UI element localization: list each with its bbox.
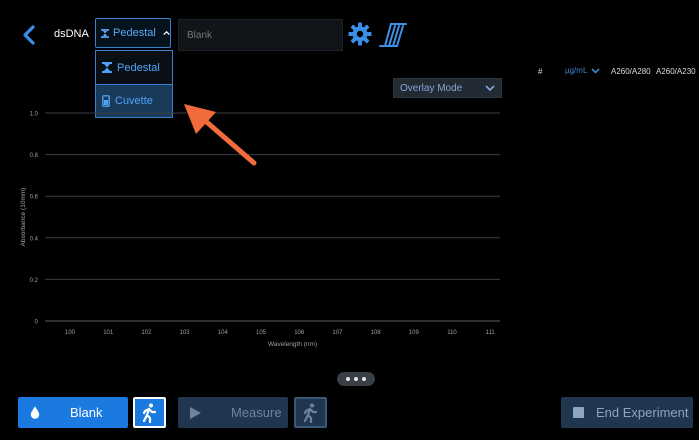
blank-button[interactable]: Blank (18, 397, 128, 428)
x-tick-label: 107 (332, 330, 343, 336)
overlay-mode-select[interactable]: Overlay Mode (393, 78, 502, 98)
auto-measure-button[interactable] (294, 397, 327, 428)
x-axis-label: Wavelength (nm) (268, 341, 317, 348)
page-indicator[interactable] (337, 372, 375, 386)
page-dot (362, 377, 366, 381)
x-tick-label: 104 (218, 330, 229, 336)
gear-icon[interactable] (348, 22, 372, 46)
running-person-icon (142, 403, 156, 423)
chevron-down-icon (591, 67, 600, 74)
x-tick-label: 102 (141, 330, 152, 336)
absorbance-chart: 0 0.2 0.4 0.6 0.8 1.0 100 101 102 103 104 105 106 107… (20, 112, 500, 348)
y-axis-label: Absorbance (10mm) (20, 188, 27, 247)
pedestal-icon (101, 28, 109, 38)
y-tick-label: 0.6 (30, 195, 39, 201)
y-tick-label: 0.2 (30, 278, 39, 284)
brand-logo-icon (379, 23, 407, 47)
end-experiment-button-label: End Experiment (596, 405, 689, 420)
unit-select[interactable]: µg/mL (565, 66, 600, 75)
x-tick-label: 109 (409, 330, 420, 336)
mode-option-label: Pedestal (117, 61, 160, 74)
mode-select-value: Pedestal (113, 27, 156, 39)
running-person-icon (303, 403, 317, 423)
play-icon (190, 406, 201, 419)
end-experiment-button[interactable]: End Experiment (561, 397, 693, 428)
chevron-up-icon (163, 30, 170, 36)
unit-select-value: µg/mL (565, 66, 588, 75)
x-tick-label: 106 (294, 330, 305, 336)
y-tick-label: 0 (35, 320, 39, 326)
x-tick-label: 103 (180, 330, 191, 336)
column-header-a260-a230: A260/A230 (656, 67, 696, 76)
measure-button[interactable]: Measure (178, 397, 288, 428)
column-header-a260-a280: A260/A280 (611, 67, 651, 76)
measure-button-label: Measure (231, 405, 282, 420)
x-tick-label: 111 (486, 330, 496, 336)
application-title: dsDNA (54, 28, 89, 40)
blank-button-label: Blank (70, 405, 103, 420)
y-tick-label: 0.8 (30, 153, 39, 159)
measurement-mode-select[interactable]: Pedestal (95, 18, 171, 48)
mode-option-pedestal[interactable]: Pedestal (96, 51, 172, 84)
y-tick-label: 0.4 (30, 236, 39, 242)
auto-blank-button[interactable] (133, 397, 166, 428)
x-tick-label: 108 (371, 330, 382, 336)
back-chevron-icon[interactable] (18, 24, 40, 46)
sample-name-input[interactable] (178, 19, 343, 51)
stop-icon (573, 407, 584, 418)
page-dot (354, 377, 358, 381)
x-tick-label: 105 (256, 330, 267, 336)
overlay-mode-value: Overlay Mode (400, 82, 463, 94)
y-tick-label: 1.0 (30, 112, 39, 118)
x-tick-label: 101 (103, 330, 114, 336)
chevron-down-icon (485, 85, 495, 91)
column-header-number: # (538, 67, 543, 76)
pedestal-icon (102, 62, 112, 73)
page-dot (346, 377, 350, 381)
droplet-icon (30, 406, 40, 419)
x-tick-label: 100 (65, 330, 76, 336)
x-tick-label: 110 (447, 330, 457, 336)
